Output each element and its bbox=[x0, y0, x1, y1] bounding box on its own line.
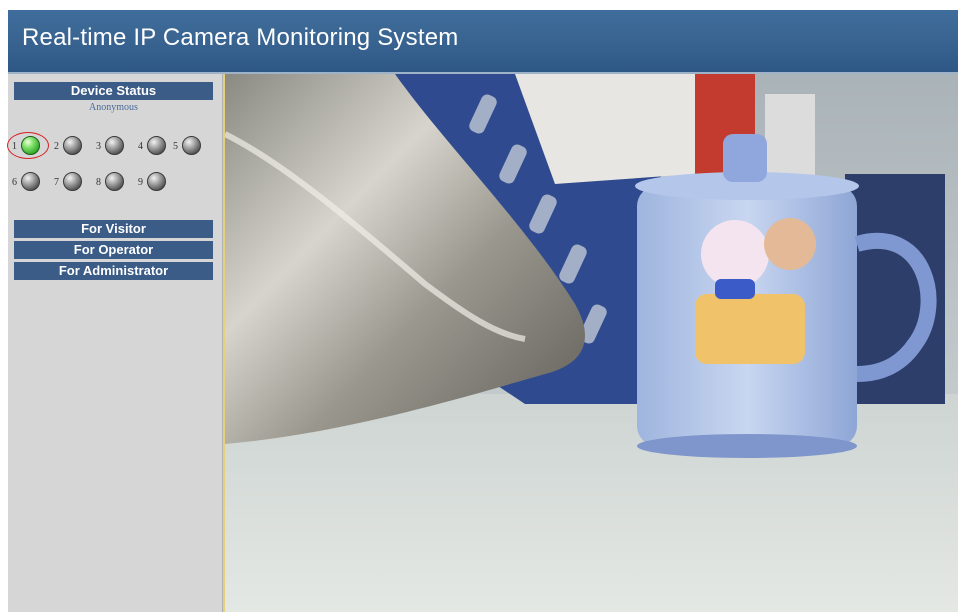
device-5-number: 5 bbox=[173, 141, 178, 152]
device-row-1: 1 2 3 4 5 bbox=[7, 132, 222, 160]
user-label: Anonymous bbox=[89, 102, 138, 113]
device-8-indicator[interactable]: 8 bbox=[96, 170, 136, 194]
device-6-indicator[interactable]: 6 bbox=[12, 170, 52, 194]
device-status-heading: Device Status bbox=[14, 82, 213, 100]
device-8-number: 8 bbox=[96, 177, 101, 188]
video-frame-image bbox=[225, 74, 958, 612]
device-2-indicator[interactable]: 2 bbox=[54, 134, 94, 158]
for-visitor-link[interactable]: For Visitor bbox=[14, 220, 213, 238]
status-led-icon bbox=[21, 172, 40, 191]
status-led-icon bbox=[147, 172, 166, 191]
status-led-icon bbox=[105, 172, 124, 191]
app-frame: Real-time IP Camera Monitoring System De… bbox=[7, 10, 958, 612]
device-4-number: 4 bbox=[138, 141, 143, 152]
camera-video-feed[interactable] bbox=[223, 74, 958, 612]
status-led-icon bbox=[147, 136, 166, 155]
status-led-icon bbox=[63, 172, 82, 191]
sidebar: Device Status Anonymous 1 2 3 4 5 6 7 8 … bbox=[7, 74, 223, 612]
device-7-number: 7 bbox=[54, 177, 59, 188]
status-led-icon bbox=[182, 136, 201, 155]
device-3-indicator[interactable]: 3 bbox=[96, 134, 136, 158]
device-7-indicator[interactable]: 7 bbox=[54, 170, 94, 194]
device-4-indicator[interactable]: 4 bbox=[138, 134, 178, 158]
status-led-icon bbox=[105, 136, 124, 155]
for-operator-link[interactable]: For Operator bbox=[14, 241, 213, 259]
device-1-indicator[interactable]: 1 bbox=[7, 132, 52, 159]
device-6-number: 6 bbox=[12, 177, 17, 188]
device-3-number: 3 bbox=[96, 141, 101, 152]
header-bar: Real-time IP Camera Monitoring System bbox=[8, 10, 958, 74]
device-9-indicator[interactable]: 9 bbox=[138, 170, 178, 194]
selected-ring bbox=[7, 132, 49, 159]
device-row-2: 6 7 8 9 bbox=[8, 170, 222, 196]
device-5-indicator[interactable]: 5 bbox=[173, 134, 213, 158]
for-administrator-link[interactable]: For Administrator bbox=[14, 262, 213, 280]
device-9-number: 9 bbox=[138, 177, 143, 188]
device-2-number: 2 bbox=[54, 141, 59, 152]
page-title: Real-time IP Camera Monitoring System bbox=[22, 24, 459, 51]
status-led-icon bbox=[63, 136, 82, 155]
